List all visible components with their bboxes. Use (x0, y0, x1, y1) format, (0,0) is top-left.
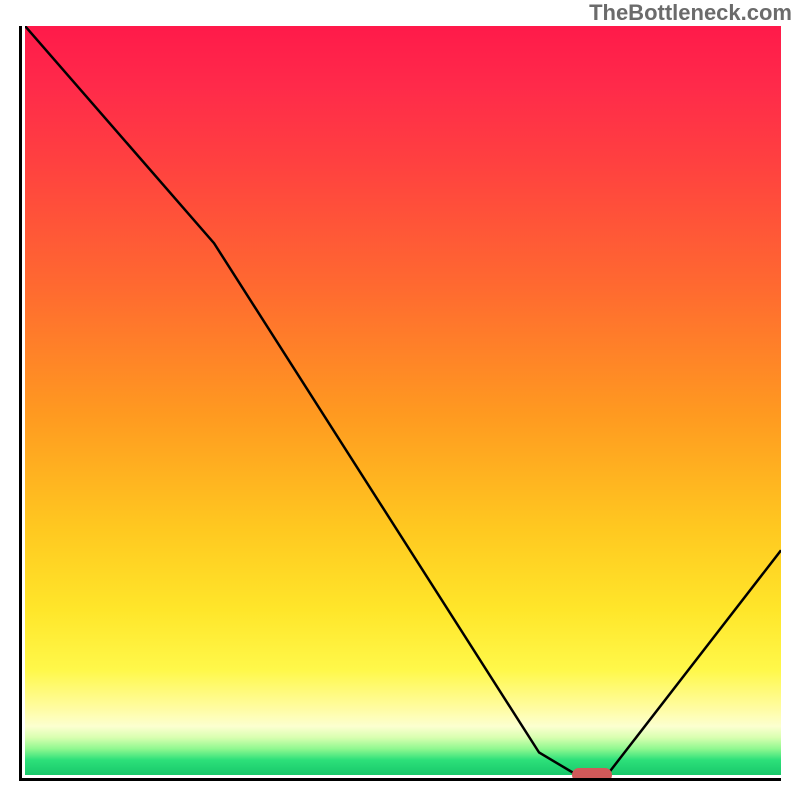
watermark-text: TheBottleneck.com (589, 0, 792, 26)
curve-layer (25, 26, 781, 775)
bottleneck-chart: TheBottleneck.com (0, 0, 800, 800)
bottleneck-curve-path (25, 26, 781, 775)
optimum-marker (572, 768, 612, 781)
plot-outer (19, 26, 781, 781)
curve-svg (25, 26, 781, 775)
plot-area (19, 26, 781, 781)
